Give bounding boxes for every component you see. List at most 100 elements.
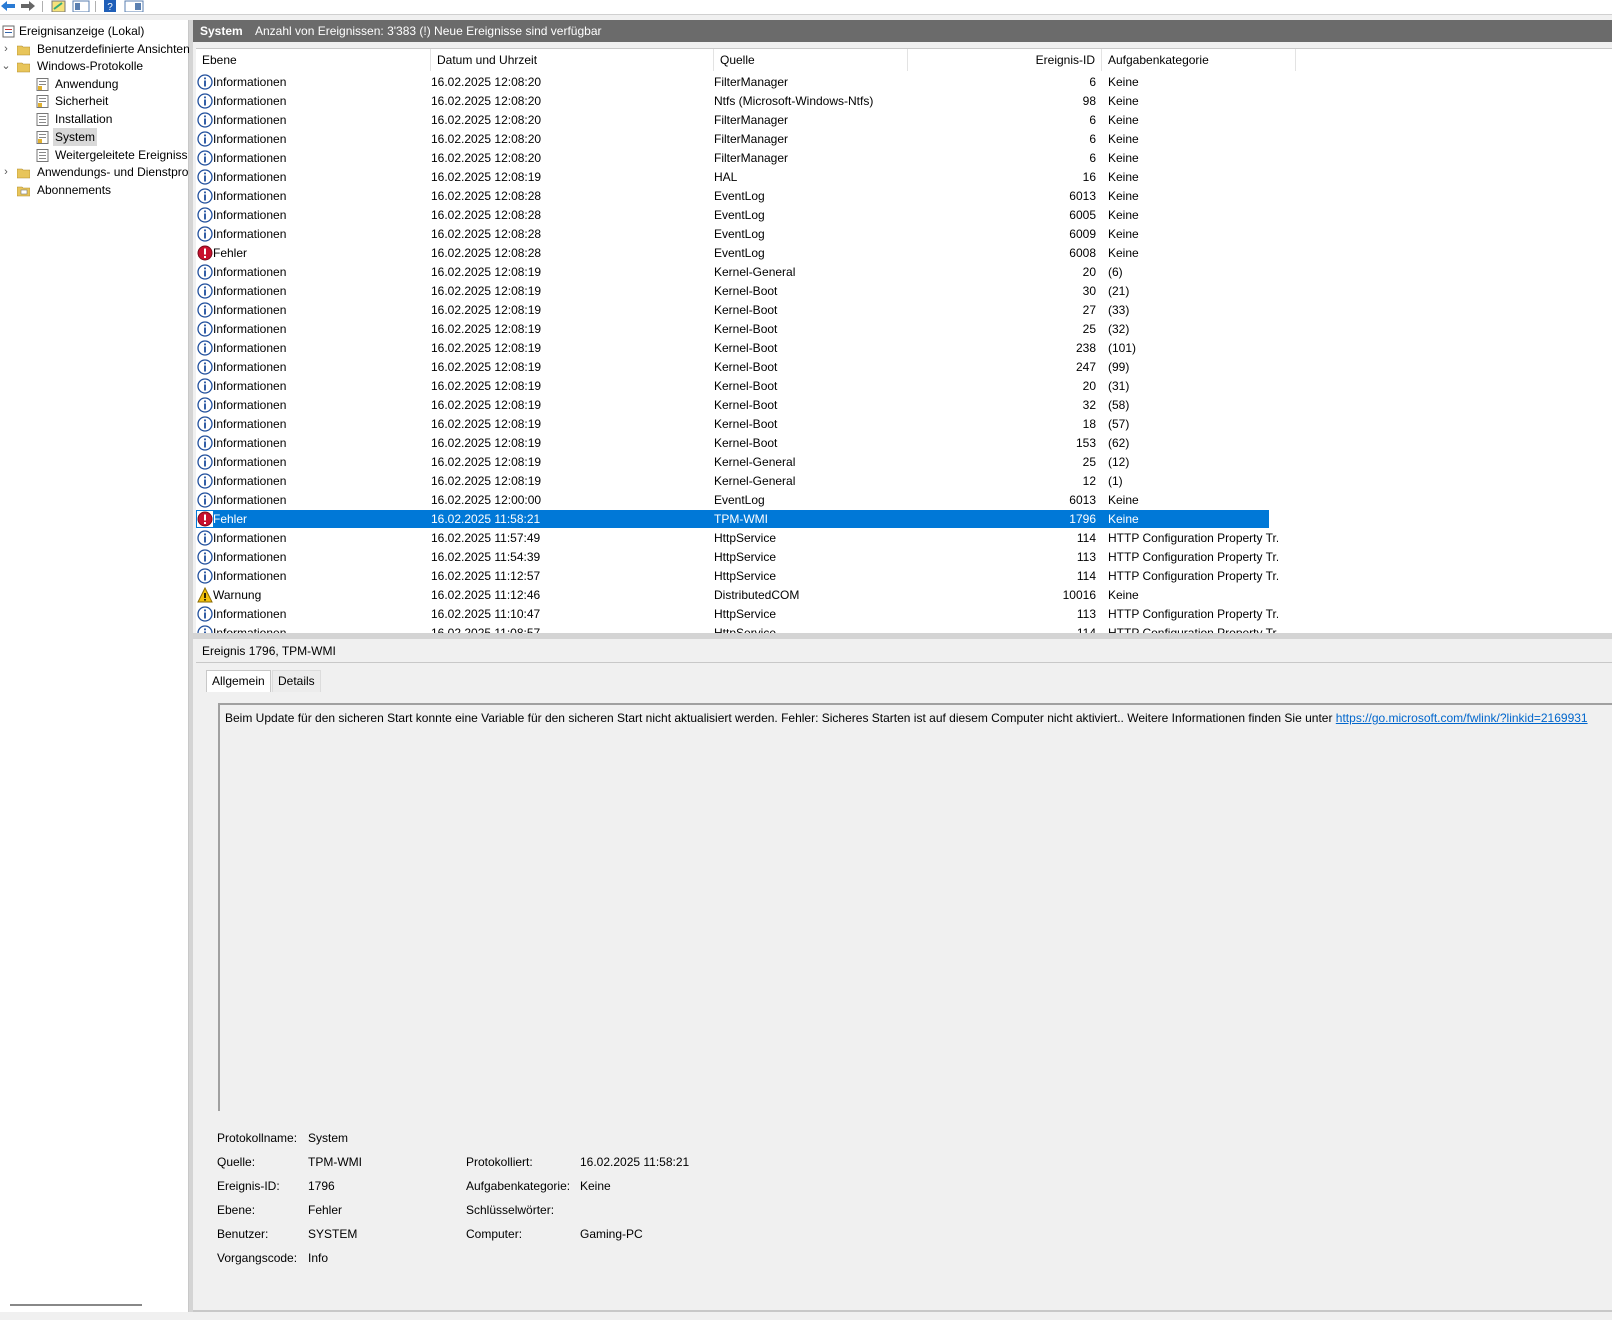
column-header-aufgabenkategorie[interactable]: Aufgabenkategorie [1102,49,1296,71]
table-row[interactable]: Informationen 16.02.2025 12:08:19 Kernel-B… [196,282,1269,300]
cell-id: 10016 [1062,588,1096,602]
tree-label: Windows-Protokolle [37,59,144,73]
label-protokollname: Protokollname: [217,1131,298,1145]
tree-item-anwendungs-und-dienstprotokolle[interactable]: › Anwendungs- und Dienstprotokolle [0,163,188,181]
info-icon [197,359,213,375]
cell-level: Informationen [213,341,287,355]
divider [193,1310,1612,1312]
cell-date: 16.02.2025 12:08:19 [431,474,542,488]
properties-icon[interactable] [51,0,66,12]
show-hide-action-pane-icon[interactable] [124,0,144,12]
forward-icon[interactable] [20,0,36,12]
table-row[interactable]: Informationen 16.02.2025 12:00:00 EventLog… [196,491,1269,509]
table-row[interactable]: Informationen 16.02.2025 12:08:19 Kernel-B… [196,358,1269,376]
info-icon [197,568,213,584]
cell-category: Keine [1108,170,1139,184]
cell-level: Informationen [213,75,287,89]
table-row[interactable]: Informationen 16.02.2025 12:08:19 Kernel-B… [196,377,1269,395]
table-row[interactable]: Informationen 16.02.2025 12:08:19 Kernel-B… [196,301,1269,319]
table-row[interactable]: Informationen 16.02.2025 12:08:19 Kernel-B… [196,434,1269,452]
table-row[interactable]: Informationen 16.02.2025 11:57:49 HttpServ… [196,529,1278,547]
cell-date: 16.02.2025 12:08:28 [431,208,542,222]
table-row[interactable]: Informationen 16.02.2025 12:08:28 EventLog… [196,187,1269,205]
cell-category: HTTP Configuration Property Tr... [1108,626,1278,633]
cell-date: 16.02.2025 12:08:19 [431,398,542,412]
cell-date: 16.02.2025 12:08:19 [431,322,542,336]
cell-category: (12) [1108,455,1130,469]
table-row[interactable]: Fehler 16.02.2025 12:08:28 EventLog 6008 Kei… [196,244,1269,262]
cell-date: 16.02.2025 12:08:19 [431,303,542,317]
chevron-down-icon[interactable]: ⌄ [1,57,11,75]
tab-allgemein[interactable]: Allgemein [206,670,271,692]
tree-label: Anwendungs- und Dienstprotokolle [37,165,188,179]
table-row[interactable]: Informationen 16.02.2025 12:08:20 FilterMa… [196,149,1269,167]
tab-details[interactable]: Details [272,670,321,692]
value-aufgabenkategorie: Keine [580,1179,611,1193]
chevron-right-icon[interactable]: › [1,40,11,58]
table-row[interactable]: Informationen 16.02.2025 12:08:19 Kernel-B… [196,320,1269,338]
more-info-link[interactable]: https://go.microsoft.com/fwlink/?linkid=… [1336,711,1588,725]
cell-id: 113 [1076,607,1096,621]
cell-date: 16.02.2025 11:57:49 [431,531,541,545]
table-row[interactable]: Informationen 16.02.2025 12:08:20 FilterMa… [196,130,1269,148]
help-icon[interactable]: ? [103,0,117,12]
table-row[interactable]: Informationen 16.02.2025 11:08:57 HttpServ… [196,624,1278,633]
cell-category: HTTP Configuration Property Tr... [1108,569,1278,583]
table-row[interactable]: Informationen 16.02.2025 11:54:39 HttpServ… [196,548,1278,566]
cell-source: Kernel-General [714,455,796,469]
label-schluesselwoerter: Schlüsselwörter: [466,1203,555,1217]
chevron-right-icon[interactable]: › [1,163,11,181]
column-header-ereignis-id[interactable]: Ereignis-ID [908,49,1102,71]
tree-item-weitergeleitete-ereignisse[interactable]: Weitergeleitete Ereignisse [0,146,188,164]
cell-date: 16.02.2025 12:08:20 [431,132,542,146]
table-row[interactable]: Informationen 16.02.2025 12:08:20 FilterMa… [196,111,1269,129]
cell-level: Informationen [213,94,287,108]
cell-level: Informationen [213,170,287,184]
table-row-selected[interactable]: Fehler 16.02.2025 11:58:21 TPM-WMI 1796 Kein… [196,510,1269,528]
column-header-ebene[interactable]: Ebene [196,49,431,71]
table-row[interactable]: Informationen 16.02.2025 11:12:57 HttpServ… [196,567,1278,585]
cell-id: 6013 [1069,189,1096,203]
tree-horizontal-scrollbar[interactable] [10,1304,142,1306]
vertical-splitter[interactable] [189,20,193,1312]
table-row[interactable]: Informationen 16.02.2025 12:08:20 FilterMa… [196,73,1269,91]
table-row[interactable]: Informationen 16.02.2025 12:08:28 EventLog… [196,225,1269,243]
column-header-datum[interactable]: Datum und Uhrzeit [431,49,714,71]
cell-id: 27 [1082,303,1096,317]
table-row[interactable]: Informationen 16.02.2025 11:10:47 HttpServ… [196,605,1278,623]
table-row[interactable]: Informationen 16.02.2025 12:08:19 Kernel-G… [196,263,1269,281]
cell-level: Informationen [213,531,287,545]
table-row[interactable]: Informationen 16.02.2025 12:08:28 EventLog… [196,206,1269,224]
table-row[interactable]: Informationen 16.02.2025 12:08:19 Kernel-G… [196,453,1269,471]
cell-date: 16.02.2025 12:08:19 [431,379,542,393]
tree-label: Ereignisanzeige (Lokal) [19,24,145,38]
table-row[interactable]: Informationen 16.02.2025 12:08:19 Kernel-B… [196,415,1269,433]
value-vorgangscode: Info [308,1251,329,1265]
cell-id: 6008 [1069,246,1096,260]
table-row[interactable]: Informationen 16.02.2025 12:08:19 Kernel-G… [196,472,1269,490]
table-row[interactable]: Informationen 16.02.2025 12:08:19 Kernel-B… [196,396,1269,414]
cell-level: Informationen [213,379,287,393]
table-row[interactable]: Warnung 16.02.2025 11:12:46 DistributedCOM… [196,586,1269,604]
show-hide-tree-icon[interactable] [72,0,90,12]
table-row[interactable]: Informationen 16.02.2025 12:08:19 Kernel-B… [196,339,1269,357]
table-row[interactable]: Informationen 16.02.2025 12:08:20 Ntfs (Mi… [196,92,1269,110]
cell-source: Kernel-Boot [714,379,778,393]
cell-level: Informationen [213,151,287,165]
cell-level: Informationen [213,189,287,203]
table-row[interactable]: Informationen 16.02.2025 12:08:19 HAL 16 Kei… [196,168,1269,186]
back-icon[interactable] [0,0,16,12]
cell-id: 6009 [1069,227,1096,241]
event-description-box[interactable]: Beim Update für den sicheren Start konnt… [218,703,1612,1111]
cell-date: 16.02.2025 12:08:19 [431,417,542,431]
cell-source: EventLog [714,189,765,203]
column-header-quelle[interactable]: Quelle [714,49,908,71]
log-icon [36,113,49,126]
cell-source: Kernel-Boot [714,303,778,317]
cell-source: Kernel-Boot [714,436,778,450]
cell-category: (6) [1108,265,1123,279]
horizontal-splitter[interactable] [193,633,1612,639]
cell-category: HTTP Configuration Property Tr... [1108,531,1278,545]
cell-source: Kernel-Boot [714,360,778,374]
log-icon [36,149,49,162]
